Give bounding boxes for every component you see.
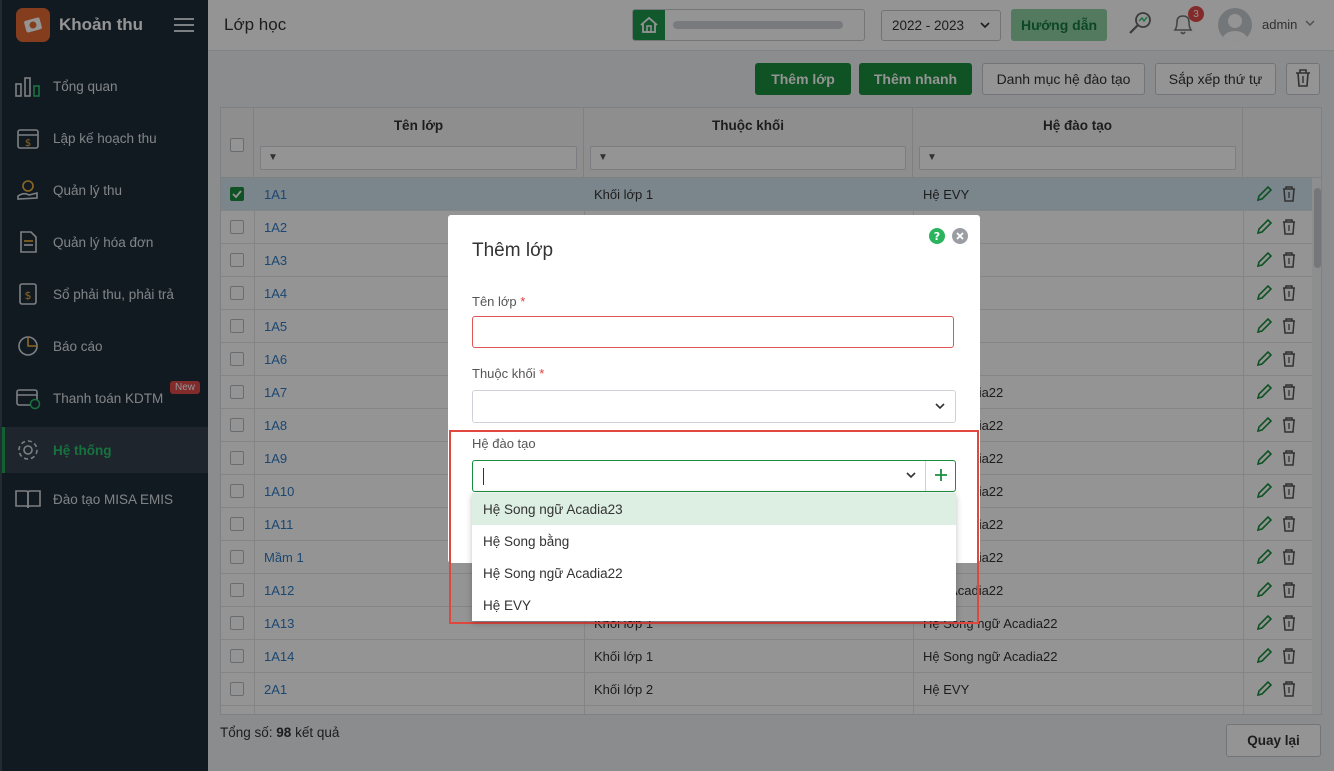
help-icon[interactable]: ? [929,228,945,247]
class-name-label: Tên lớp * [472,294,526,309]
add-training-system-button[interactable] [925,461,955,491]
dropdown-option[interactable]: Hệ Song ngữ Acadia22 [472,557,956,589]
dialog-title: Thêm lớp [472,240,554,261]
dropdown-option[interactable]: Hệ Song bằng [472,525,956,557]
text-caret [483,468,484,485]
plus-icon [934,468,948,485]
training-system-label: Hệ đào tạo [472,436,536,451]
close-icon[interactable] [952,228,968,247]
chevron-down-icon [934,400,946,415]
grade-select[interactable] [472,390,956,423]
dropdown-option[interactable]: Hệ Song ngữ Acadia23 [472,493,956,525]
class-name-input[interactable] [472,316,954,348]
training-system-dropdown: Hệ Song ngữ Acadia23 Hệ Song bằng Hệ Son… [472,493,956,621]
svg-text:?: ? [934,230,940,243]
chevron-down-icon[interactable] [905,469,917,484]
dropdown-option[interactable]: Hệ EVY [472,589,956,621]
training-system-select[interactable] [472,460,956,492]
grade-label: Thuộc khối * [472,366,545,381]
